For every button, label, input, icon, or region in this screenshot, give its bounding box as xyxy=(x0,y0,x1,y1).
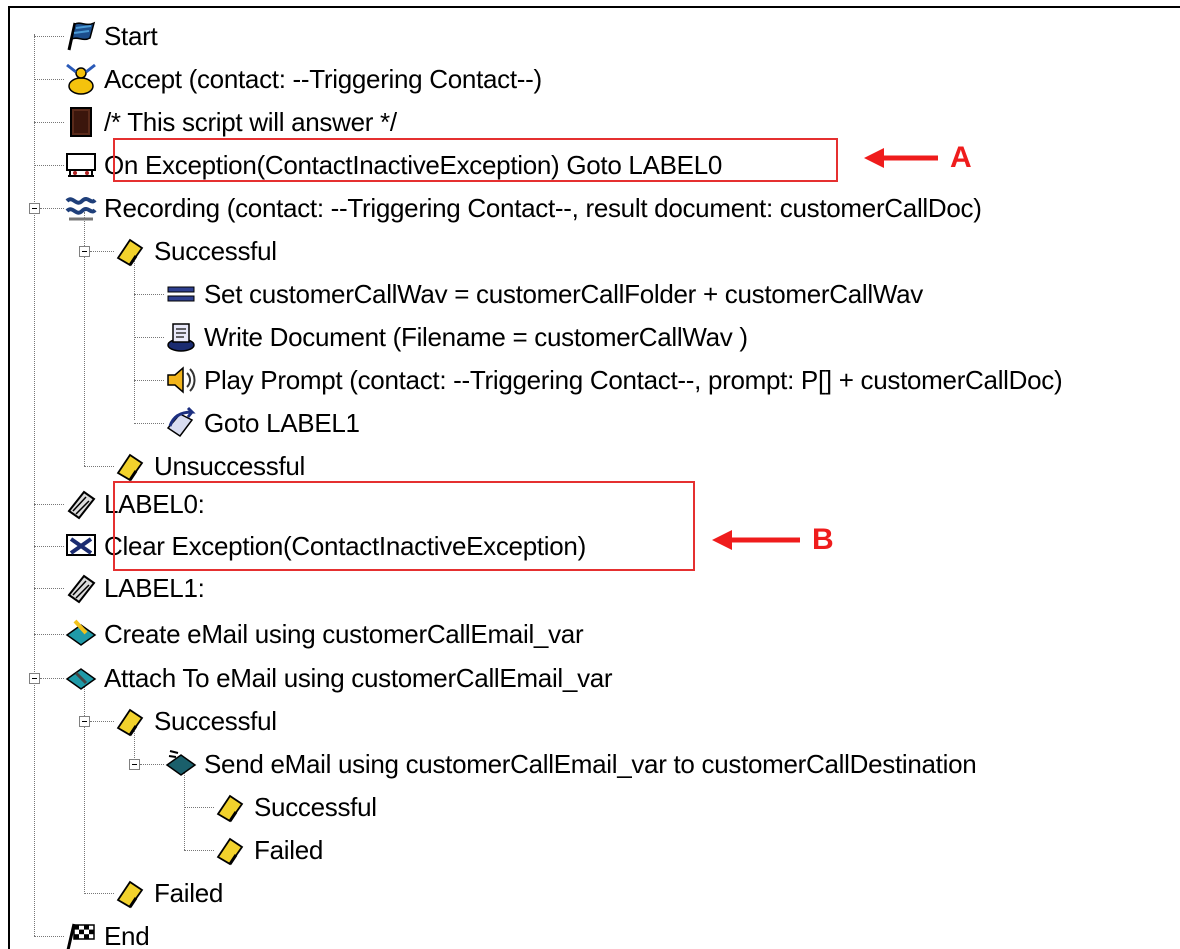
tree-node-play-prompt[interactable]: Play Prompt (contact: --Triggering Conta… xyxy=(164,362,1063,398)
tree-node-label: End xyxy=(104,920,150,949)
tree-node-label: Successful xyxy=(154,235,277,266)
end-flag-icon xyxy=(66,923,95,949)
tree-node-attach-email[interactable]: Attach To eMail using customerCallEmail_… xyxy=(64,660,613,696)
tree-node-rec-unsuccessful[interactable]: Unsuccessful xyxy=(114,448,305,484)
tree-connector xyxy=(34,588,64,589)
tree-connector xyxy=(134,337,164,338)
highlight-box-a xyxy=(113,138,838,182)
tree-node-label: Play Prompt (contact: --Triggering Conta… xyxy=(204,364,1063,395)
tree-node-end[interactable]: End xyxy=(64,918,150,949)
collapse-toggle-rec-successful[interactable] xyxy=(79,246,90,257)
tree-connector xyxy=(34,36,64,37)
collapse-toggle-attach-successful[interactable] xyxy=(79,716,90,727)
label-tag-icon xyxy=(67,490,96,520)
clear-exception-icon xyxy=(66,534,96,556)
tree-node-attach-successful[interactable]: Successful xyxy=(114,703,277,739)
left-arrow-icon xyxy=(712,530,800,550)
callout-letter-a: A xyxy=(950,141,972,174)
tree-connector xyxy=(134,423,164,424)
tree-node-label: Attach To eMail using customerCallEmail_… xyxy=(104,662,613,693)
tree-node-label: Write Document (Filename = customerCallW… xyxy=(204,321,748,352)
callout-a: A xyxy=(862,141,972,175)
tree-connector xyxy=(84,466,114,467)
tree-node-label: Failed xyxy=(154,877,224,908)
comment-document-icon xyxy=(70,107,92,137)
write-document-icon xyxy=(167,323,195,352)
tree-connector xyxy=(34,165,64,166)
tree-connector xyxy=(34,936,64,937)
callout-b: B xyxy=(710,523,834,557)
tree-node-start[interactable]: Start xyxy=(64,18,158,54)
tree-connector xyxy=(134,294,164,295)
start-flag-icon xyxy=(67,21,96,51)
tree-connector xyxy=(34,504,64,505)
tree-connector xyxy=(184,770,185,850)
tree-connector xyxy=(84,893,114,894)
branch-tag-icon xyxy=(116,708,144,737)
tree-connector xyxy=(40,208,64,209)
tree-node-label: LABEL1: xyxy=(104,572,205,603)
tree-node-write-doc[interactable]: Write Document (Filename = customerCallW… xyxy=(164,319,748,355)
tree-connector xyxy=(134,380,164,381)
tree-node-label: Create eMail using customerCallEmail_var xyxy=(104,618,584,649)
branch-tag-icon xyxy=(216,837,244,866)
tree-connector xyxy=(184,807,214,808)
tree-node-label: Recording (contact: --Triggering Contact… xyxy=(104,192,982,223)
tree-node-comment[interactable]: /* This script will answer */ xyxy=(64,104,397,140)
collapse-toggle-recording[interactable] xyxy=(29,203,40,214)
tree-connector xyxy=(34,122,64,123)
tree-connector xyxy=(34,34,35,936)
tree-node-rec-successful[interactable]: Successful xyxy=(114,233,277,269)
tree-node-label: Unsuccessful xyxy=(154,450,306,481)
tree-node-accept[interactable]: Accept (contact: --Triggering Contact--) xyxy=(64,61,542,97)
tree-connector xyxy=(40,678,64,679)
tree-node-label: Successful xyxy=(154,705,277,736)
tree-node-label1[interactable]: LABEL1: xyxy=(64,570,205,606)
label-tag-icon xyxy=(67,574,96,604)
tree-node-label: Start xyxy=(104,20,158,51)
script-editor-tree-pane[interactable]: Start Accept (contact: --Triggering Cont… xyxy=(8,6,1180,949)
on-exception-icon xyxy=(66,153,96,177)
tree-connector xyxy=(90,251,114,252)
tree-node-send-failed[interactable]: Failed xyxy=(214,832,323,868)
attach-email-icon xyxy=(65,668,97,690)
tree-node-label: Send eMail using customerCallEmail_var t… xyxy=(204,748,977,779)
tree-node-set-var[interactable]: Set customerCallWav = customerCallFolder… xyxy=(164,276,923,312)
tree-node-label: Failed xyxy=(254,834,324,865)
tree-node-goto-label1[interactable]: Goto LABEL1 xyxy=(164,405,360,441)
tree-node-label: Goto LABEL1 xyxy=(204,407,360,438)
tree-node-label: Set customerCallWav = customerCallFolder… xyxy=(204,278,924,309)
tree-connector xyxy=(184,850,214,851)
tree-node-send-successful[interactable]: Successful xyxy=(214,789,377,825)
recording-icon xyxy=(65,197,97,221)
tree-node-recording[interactable]: Recording (contact: --Triggering Contact… xyxy=(64,190,982,226)
tree-node-send-email[interactable]: Send eMail using customerCallEmail_var t… xyxy=(164,746,977,782)
tree-node-label: /* This script will answer */ xyxy=(104,106,397,137)
goto-icon xyxy=(166,406,196,438)
set-variable-icon xyxy=(167,286,195,302)
accept-contact-icon xyxy=(66,63,96,95)
tree-node-label: Successful xyxy=(254,791,377,822)
tree-connector xyxy=(140,764,164,765)
highlight-box-b xyxy=(113,481,695,571)
tree-connector xyxy=(90,721,114,722)
collapse-toggle-send-email[interactable] xyxy=(129,759,140,770)
send-email-icon xyxy=(165,750,197,776)
tree-node-label: Accept (contact: --Triggering Contact--) xyxy=(104,63,542,94)
branch-tag-icon xyxy=(116,238,144,267)
collapse-toggle-attach-email[interactable] xyxy=(29,673,40,684)
callout-letter-b: B xyxy=(812,523,834,556)
branch-tag-icon xyxy=(116,880,144,909)
branch-tag-icon xyxy=(216,794,244,823)
tree-node-create-email[interactable]: Create eMail using customerCallEmail_var xyxy=(64,616,584,652)
create-email-icon xyxy=(65,619,97,646)
play-prompt-icon xyxy=(167,366,196,394)
left-arrow-icon xyxy=(864,148,938,168)
tree-connector xyxy=(34,546,64,547)
tree-node-attach-failed[interactable]: Failed xyxy=(114,875,223,911)
branch-tag-icon xyxy=(116,453,144,482)
tree-connector xyxy=(34,634,64,635)
tree-connector xyxy=(34,79,64,80)
